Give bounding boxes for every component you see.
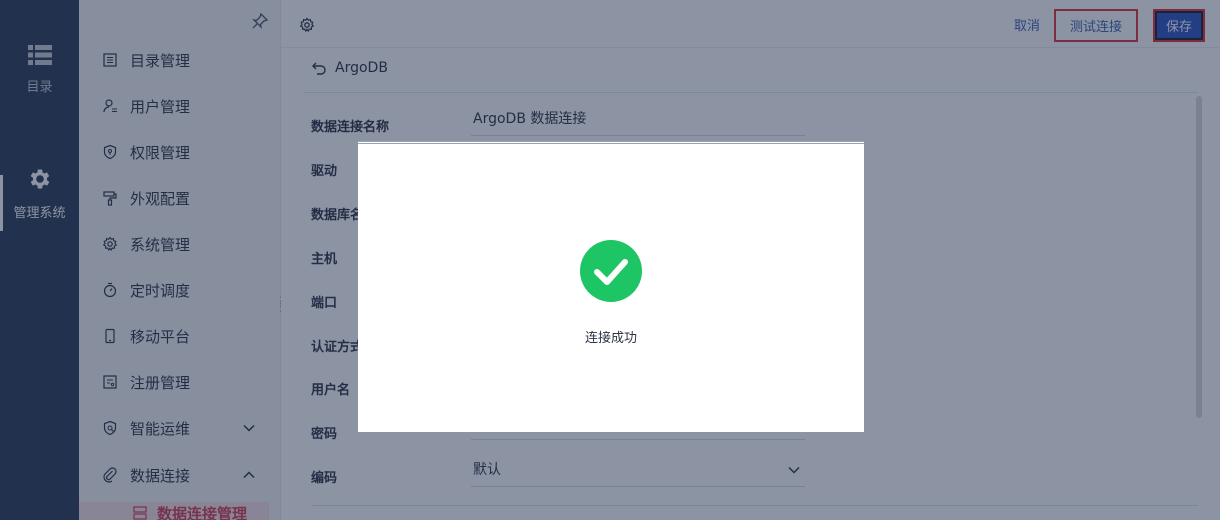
connection-success-dialog: 连接成功: [358, 141, 864, 432]
check-circle-icon: [580, 240, 642, 302]
app-root: 目录 管理系统 目录管理 用户管理 权限管理 外观配置: [0, 0, 1220, 520]
dialog-message: 连接成功: [584, 331, 637, 346]
